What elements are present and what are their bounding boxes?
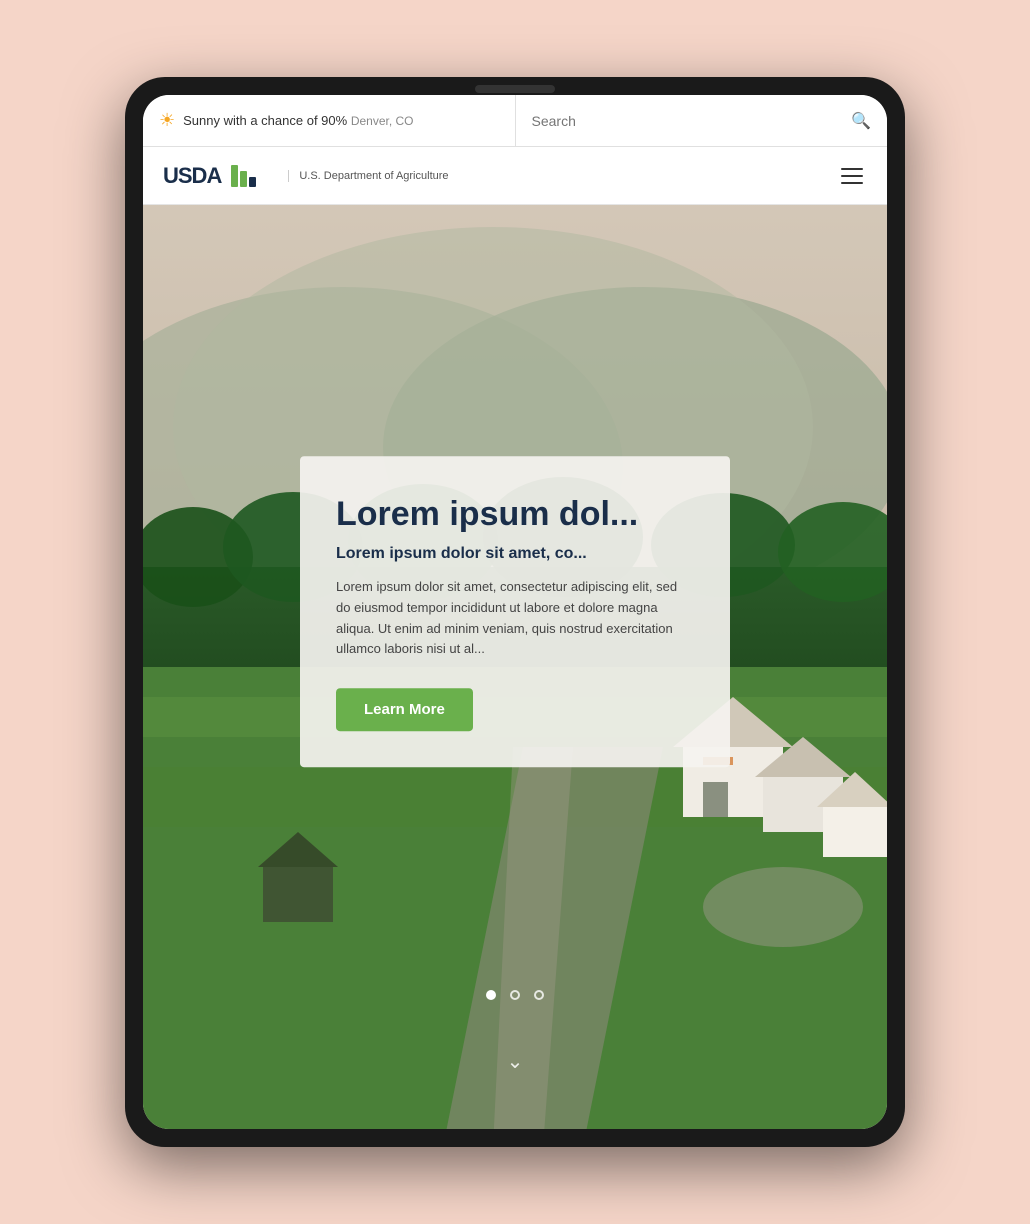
weather-section: ☀ Sunny with a chance of 90% Denver, CO [143, 110, 515, 131]
logo-subtitle: U.S. Department of Agriculture [288, 170, 448, 182]
top-bar: ☀ Sunny with a chance of 90% Denver, CO … [143, 95, 887, 147]
logo-bar-2 [240, 171, 247, 187]
weather-text: Sunny with a chance of 90% Denver, CO [183, 113, 413, 128]
tablet-screen: ☀ Sunny with a chance of 90% Denver, CO … [143, 95, 887, 1129]
sun-icon: ☀ [159, 110, 175, 131]
nav-bar: USDA U.S. Department of Agriculture [143, 147, 887, 205]
carousel-dot-3[interactable] [534, 990, 544, 1000]
hamburger-menu[interactable] [837, 164, 867, 188]
hero-body: Lorem ipsum dolor sit amet, consectetur … [336, 577, 694, 660]
logo-bar-3 [249, 177, 256, 187]
hero-subtitle: Lorem ipsum dolor sit amet, co... [336, 545, 694, 563]
search-section[interactable]: 🔍 [515, 95, 888, 146]
search-input[interactable] [532, 113, 852, 129]
tablet-frame: ☀ Sunny with a chance of 90% Denver, CO … [125, 77, 905, 1147]
logo-bars-icon [231, 165, 274, 187]
carousel-dot-1[interactable] [486, 990, 496, 1000]
carousel-dots [486, 990, 544, 1000]
logo-bar-1 [231, 165, 238, 187]
weather-description: Sunny with a chance of 90% [183, 113, 347, 128]
usda-logo-text: USDA [163, 163, 221, 189]
weather-location: Denver, CO [351, 114, 414, 128]
hero-title: Lorem ipsum dol... [336, 496, 694, 533]
search-icon[interactable]: 🔍 [851, 111, 871, 131]
logo-area: USDA U.S. Department of Agriculture [163, 163, 449, 189]
hero-card: Lorem ipsum dol... Lorem ipsum dolor sit… [300, 456, 730, 768]
learn-more-button[interactable]: Learn More [336, 688, 473, 731]
carousel-dot-2[interactable] [510, 990, 520, 1000]
scroll-down-icon[interactable]: ⌄ [507, 1049, 524, 1074]
hero-section: Lorem ipsum dol... Lorem ipsum dolor sit… [143, 205, 887, 1129]
